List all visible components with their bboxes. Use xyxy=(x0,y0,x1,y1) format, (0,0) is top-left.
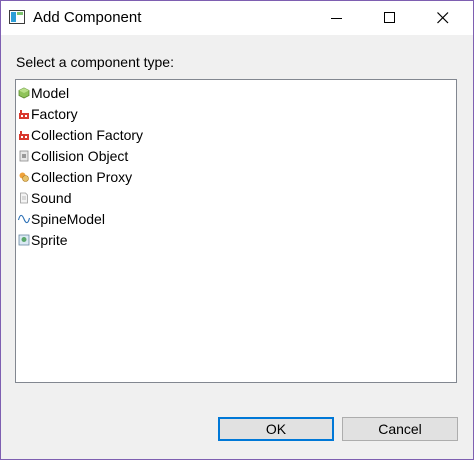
component-list[interactable]: Model Factory Collection Factory Collisi… xyxy=(15,79,457,383)
model-icon xyxy=(18,87,30,98)
factory-icon xyxy=(19,109,29,119)
list-item-model[interactable]: Model xyxy=(18,82,69,103)
list-item-label: Collection Proxy xyxy=(31,168,133,185)
sprite-icon xyxy=(18,234,30,245)
list-item-label: SpineModel xyxy=(31,210,105,227)
app-icon xyxy=(9,10,25,24)
prompt-label: Select a component type: xyxy=(16,54,174,70)
title-bar[interactable]: Add Component xyxy=(1,1,473,35)
maximize-icon xyxy=(384,12,395,23)
minimize-button[interactable] xyxy=(314,1,360,35)
list-item-collection-factory[interactable]: Collection Factory xyxy=(18,124,143,145)
collision-object-icon xyxy=(19,150,29,161)
list-item-factory[interactable]: Factory xyxy=(18,103,78,124)
list-item-spine-model[interactable]: SpineModel xyxy=(18,208,105,229)
list-item-label: Sprite xyxy=(31,231,68,248)
list-item-label: Model xyxy=(31,84,70,101)
list-item-collision-object[interactable]: Collision Object xyxy=(18,145,128,166)
ok-button[interactable]: OK xyxy=(218,417,334,441)
list-item-label: Sound xyxy=(31,189,72,206)
close-icon xyxy=(437,12,449,24)
spine-model-icon xyxy=(18,214,30,223)
list-item-label: Collection Factory xyxy=(31,126,144,143)
maximize-button[interactable] xyxy=(367,1,413,35)
window-title: Add Component xyxy=(33,9,142,26)
list-item-sound[interactable]: Sound xyxy=(18,187,71,208)
cancel-button[interactable]: Cancel xyxy=(342,417,458,441)
collection-proxy-icon xyxy=(19,172,29,182)
collection-factory-icon xyxy=(19,130,29,140)
close-button[interactable] xyxy=(420,1,466,35)
list-item-label: Collision Object xyxy=(31,147,129,164)
add-component-dialog: Add Component Select a component type: M… xyxy=(0,0,474,460)
minimize-icon xyxy=(331,18,342,19)
list-item-collection-proxy[interactable]: Collection Proxy xyxy=(18,166,132,187)
list-item-label: Factory xyxy=(31,105,78,122)
sound-icon xyxy=(20,192,28,203)
list-item-sprite[interactable]: Sprite xyxy=(18,229,68,250)
